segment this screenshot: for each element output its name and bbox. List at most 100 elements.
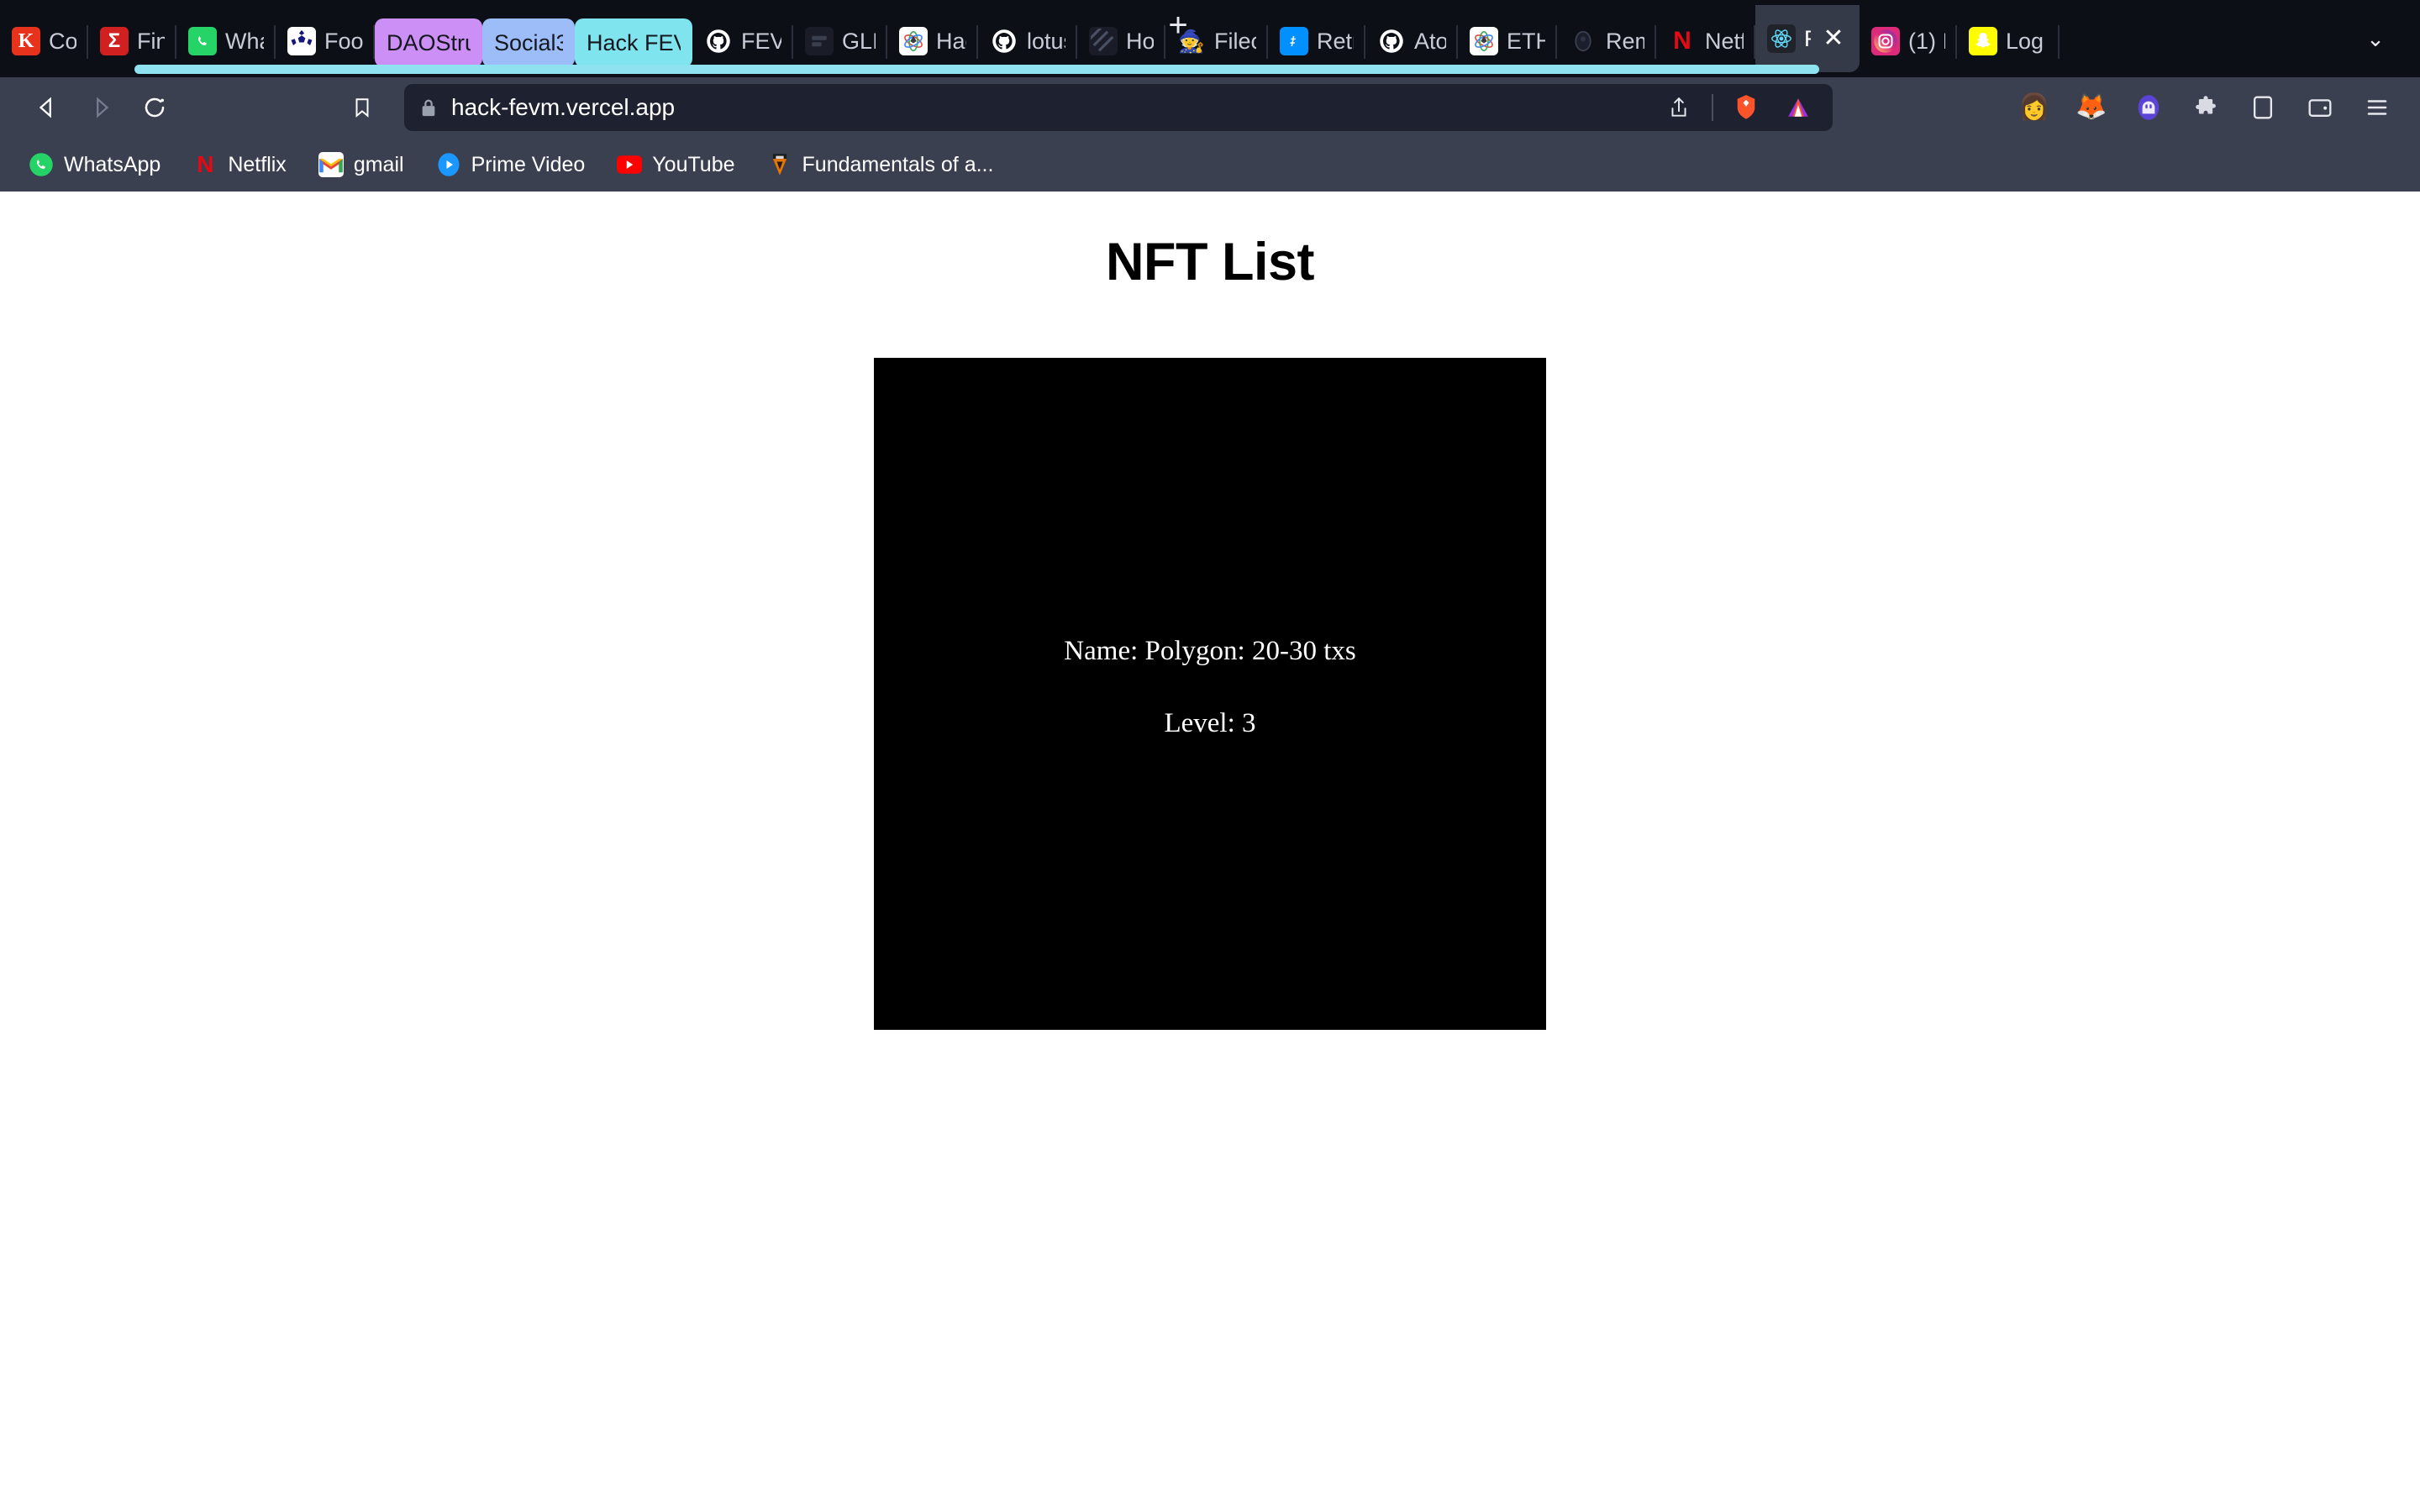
tab-title: (1) In bbox=[1908, 28, 1945, 54]
browser-tab[interactable]: R✕ bbox=[1755, 5, 1860, 72]
tab-title: R bbox=[1804, 26, 1811, 52]
tab-title: Hack FEVM bbox=[587, 29, 681, 55]
browser-tab[interactable]: DAOStruct bbox=[375, 18, 482, 67]
toolbar-icon-group: 👩 🦊 bbox=[1993, 88, 2396, 127]
browser-tab[interactable]: Log I bbox=[1957, 13, 2060, 69]
browser-tab[interactable]: N Netfli bbox=[1656, 13, 1755, 69]
tab-title: Fina bbox=[137, 28, 165, 54]
whatsapp-icon bbox=[188, 27, 217, 55]
bookmark-item[interactable]: YouTube bbox=[603, 147, 748, 182]
metamask-icon[interactable]: 🦊 bbox=[2072, 88, 2111, 127]
tab-title: How bbox=[1126, 28, 1154, 54]
browser-tab[interactable]: Atoo bbox=[1365, 13, 1458, 69]
bookmark-label: gmail bbox=[353, 152, 404, 176]
github-icon bbox=[990, 27, 1018, 55]
browser-tab[interactable]: Footy bbox=[276, 13, 375, 69]
browser-tab[interactable]: K Cou bbox=[0, 13, 88, 69]
browser-tab[interactable]: FEVM bbox=[692, 13, 793, 69]
browser-tab[interactable]: Hack FEVM bbox=[575, 18, 692, 67]
sidebar-toggle-icon[interactable] bbox=[2244, 88, 2282, 127]
react-icon bbox=[1767, 24, 1796, 53]
wizard-icon: 🧙 bbox=[1177, 29, 1206, 54]
bookmark-item[interactable]: N Netflix bbox=[179, 147, 299, 182]
url-text[interactable]: hack-fevm.vercel.app bbox=[451, 94, 1646, 121]
tab-title: Retri bbox=[1317, 28, 1354, 54]
tab-title: Footy bbox=[324, 28, 363, 54]
browser-tab[interactable]: Hack bbox=[887, 13, 978, 69]
princeton-icon bbox=[767, 152, 792, 177]
bookmark-label: Netflix bbox=[228, 152, 287, 176]
phantom-wallet-icon[interactable] bbox=[2129, 88, 2168, 127]
back-arrow-icon[interactable] bbox=[24, 84, 71, 131]
tab-title: Log I bbox=[2006, 28, 2048, 54]
bookmark-label: Prime Video bbox=[471, 152, 586, 176]
tab-title: Social3 bbox=[494, 29, 563, 55]
browser-tab[interactable]: Retri bbox=[1268, 13, 1365, 69]
tab-title: Fileco bbox=[1214, 28, 1256, 54]
tab-title: Netfli bbox=[1705, 28, 1744, 54]
wallet-icon[interactable] bbox=[2301, 88, 2339, 127]
tab-title: FEVM bbox=[741, 28, 781, 54]
tab-title: What bbox=[225, 28, 264, 54]
forward-arrow-icon[interactable] bbox=[77, 84, 124, 131]
youtube-icon bbox=[617, 152, 643, 177]
page-viewport: NFT List Name: Polygon: 20-30 txs Level: … bbox=[0, 192, 2420, 1512]
reload-icon[interactable] bbox=[131, 84, 178, 131]
profile-avatar-icon[interactable]: 👩 bbox=[2015, 88, 2054, 127]
nft-level: Level: 3 bbox=[1164, 707, 1256, 738]
browser-tab[interactable]: Social3 bbox=[482, 18, 575, 67]
browser-tab[interactable]: Remi bbox=[1557, 13, 1656, 69]
nft-list: Name: Polygon: 20-30 txs Level: 3 bbox=[0, 358, 2420, 1030]
tab-search-chevron-down-icon[interactable]: ⌄ bbox=[2346, 0, 2405, 77]
bookmark-label: YouTube bbox=[652, 152, 735, 176]
bookmark-label: WhatsApp bbox=[64, 152, 161, 176]
tab-title: GLIF bbox=[842, 28, 876, 54]
gmail-icon bbox=[318, 152, 344, 177]
close-tab-icon[interactable]: ✕ bbox=[1819, 24, 1848, 53]
extensions-puzzle-icon[interactable] bbox=[2186, 88, 2225, 127]
toolbar-divider bbox=[1712, 94, 1713, 121]
bookmark-item[interactable]: gmail bbox=[305, 147, 418, 182]
kindle-icon: K bbox=[12, 27, 40, 55]
tab-title: lotus bbox=[1027, 28, 1065, 54]
ethereum-icon bbox=[899, 27, 928, 55]
share-icon[interactable] bbox=[1660, 88, 1698, 127]
browser-tab[interactable]: What bbox=[176, 13, 276, 69]
browser-tab[interactable]: (1) In bbox=[1860, 13, 1957, 69]
bookmarks-bar: WhatsApp N Netflix gmail Prime Video YouTube F… bbox=[0, 138, 2420, 192]
page-title: NFT List bbox=[1106, 233, 1314, 291]
github-icon bbox=[1377, 27, 1406, 55]
main-menu-icon[interactable] bbox=[2358, 88, 2396, 127]
glif-icon bbox=[805, 27, 834, 55]
bookmark-label: Fundamentals of a... bbox=[802, 152, 994, 176]
browser-tab[interactable]: 🧙 Fileco bbox=[1165, 13, 1268, 69]
whatsapp-icon bbox=[29, 152, 54, 177]
snapchat-icon bbox=[1969, 27, 1997, 55]
football-icon bbox=[287, 27, 316, 55]
stripes-icon bbox=[1089, 27, 1118, 55]
lock-icon bbox=[419, 97, 438, 118]
remix-icon bbox=[1569, 27, 1597, 55]
tab-title: DAOStruct bbox=[387, 29, 471, 55]
tab-title: Atoo bbox=[1414, 28, 1446, 54]
github-icon bbox=[704, 27, 733, 55]
tab-title: Remi bbox=[1606, 28, 1644, 54]
bookmark-item[interactable]: Fundamentals of a... bbox=[754, 147, 1007, 182]
ethereum-icon bbox=[1470, 27, 1498, 55]
browser-tab[interactable]: GLIF bbox=[793, 13, 887, 69]
tab-group-indicator bbox=[134, 65, 1819, 74]
brave-shields-icon[interactable] bbox=[1727, 88, 1765, 127]
browser-tab[interactable]: lotus bbox=[978, 13, 1077, 69]
bookmark-icon[interactable] bbox=[339, 84, 386, 131]
bookmark-item[interactable]: WhatsApp bbox=[15, 147, 174, 182]
nft-card[interactable]: Name: Polygon: 20-30 txs Level: 3 bbox=[874, 358, 1546, 1030]
netflix-icon: N bbox=[1668, 27, 1697, 55]
browser-tab[interactable]: ETHG bbox=[1458, 13, 1557, 69]
brave-rewards-icon[interactable] bbox=[1779, 88, 1818, 127]
address-bar[interactable]: hack-fevm.vercel.app bbox=[404, 84, 1833, 131]
browser-tab[interactable]: Σ Fina bbox=[88, 13, 176, 69]
browser-tab[interactable]: How bbox=[1077, 13, 1165, 69]
bookmark-item[interactable]: Prime Video bbox=[423, 147, 599, 182]
browser-window: K Cou Σ Fina What Footy DAOStruct Social3 Hack F… bbox=[0, 0, 2420, 1512]
tab-title: Hack bbox=[936, 28, 966, 54]
